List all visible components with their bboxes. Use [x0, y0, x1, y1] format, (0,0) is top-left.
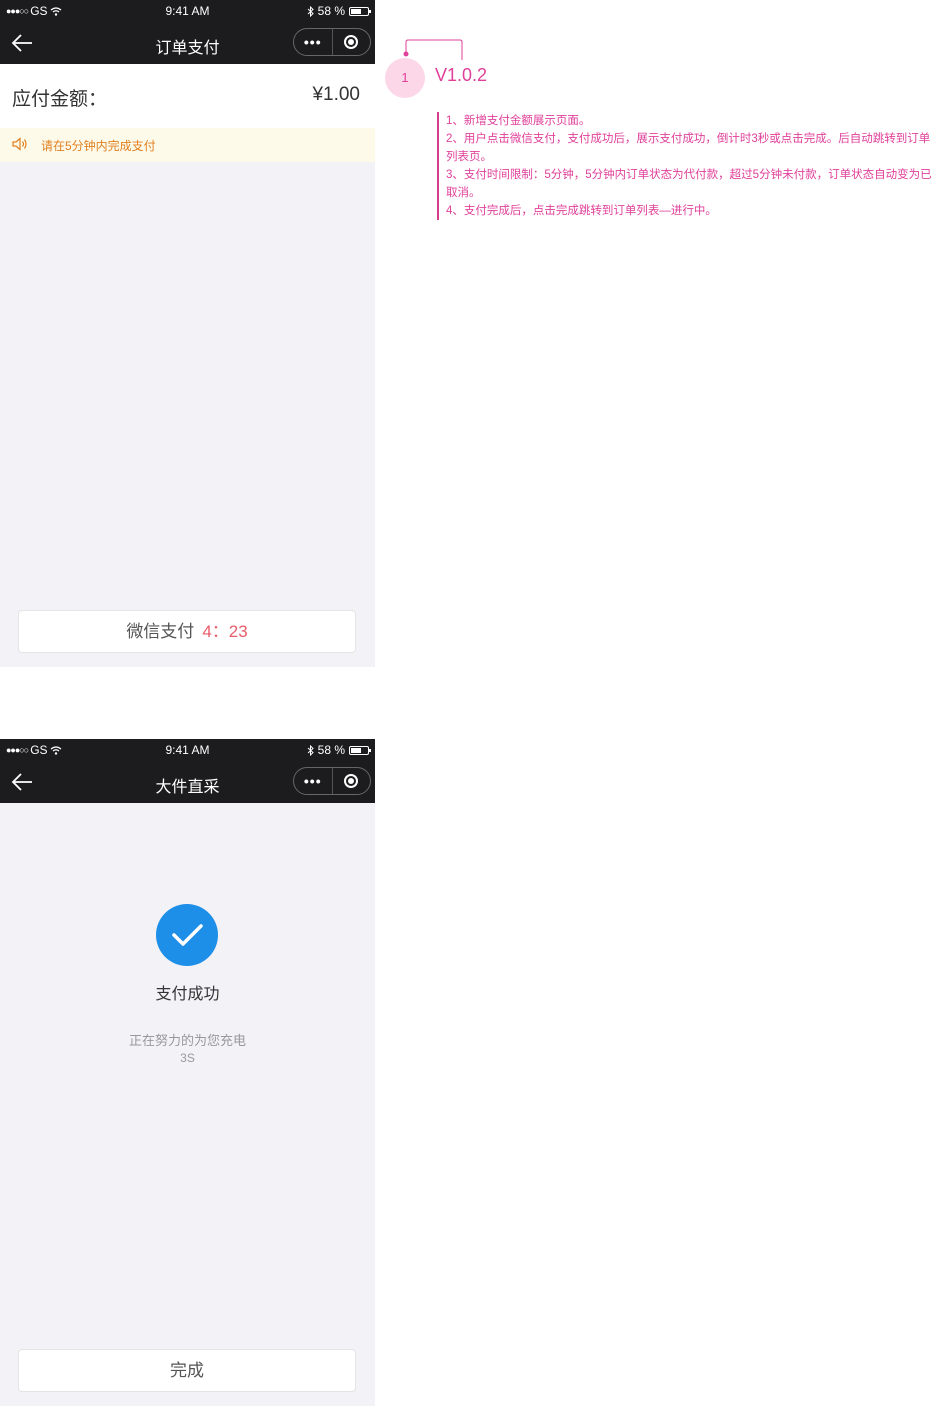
- wechat-pay-label: 微信支付: [126, 622, 195, 641]
- success-check-icon: [156, 904, 218, 966]
- mini-program-capsule: •••: [293, 767, 371, 795]
- bluetooth-icon: [307, 744, 314, 756]
- record-icon: [344, 774, 359, 788]
- amount-row: 应付金额： ¥1.00: [0, 64, 375, 128]
- amount-label: 应付金额：: [12, 89, 108, 110]
- more-dots-icon[interactable]: •••: [294, 29, 333, 55]
- close-target-button[interactable]: [333, 29, 371, 55]
- annotation-note: 2、用户点击微信支付，支付成功后，展示支付成功，倒计时3秒或点击完成。后自动跳转…: [446, 133, 931, 163]
- annotation-marker: 1: [385, 58, 425, 98]
- speaker-icon: [12, 137, 27, 151]
- amount-value: ¥1.00: [312, 84, 360, 105]
- more-dots-icon[interactable]: •••: [294, 768, 333, 794]
- wechat-pay-button[interactable]: 微信支付 4：23: [18, 610, 356, 653]
- mini-program-capsule: •••: [293, 28, 371, 56]
- redirect-seconds: 3S: [180, 1051, 195, 1065]
- done-button[interactable]: 完成: [18, 1349, 356, 1392]
- annotation-note: 3、支付时间限制：5分钟，5分钟内订单状态为代付款，超过5分钟未付款，订单状态自…: [446, 169, 932, 199]
- annotation-note: 4、支付完成后，点击完成跳转到订单列表—进行中。: [446, 205, 717, 217]
- payment-notice: 请在5分钟内完成支付: [0, 128, 375, 162]
- payment-success-screen: ●●●○○ GS 9:41 AM 58 % 大件直采 ••• 支付成功 正在努力…: [0, 739, 375, 1406]
- annotation-note: 1、新增支付金额展示页面。: [446, 115, 591, 127]
- bluetooth-icon: [307, 5, 314, 17]
- status-bar: ●●●○○ GS 9:41 AM 58 %: [0, 739, 375, 762]
- nav-bar: 大件直采 •••: [0, 762, 375, 803]
- status-bar: ●●●○○ GS 9:41 AM 58 %: [0, 0, 375, 23]
- battery-percent: 58 %: [317, 743, 345, 757]
- nav-bar: 订单支付 •••: [0, 23, 375, 64]
- annotation-notes: 1、新增支付金额展示页面。 2、用户点击微信支付，支付成功后，展示支付成功，倒计…: [437, 112, 937, 220]
- charging-text: 正在努力的为您充电: [128, 1033, 246, 1048]
- success-title: 支付成功: [155, 986, 220, 1003]
- battery-icon: [349, 745, 371, 755]
- close-target-button[interactable]: [333, 768, 371, 794]
- notice-text: 请在5分钟内完成支付: [41, 139, 156, 153]
- order-payment-screen: ●●●○○ GS 9:41 AM 58 % 订单支付 ••• 应付金额： ¥1.…: [0, 0, 375, 667]
- record-icon: [344, 35, 359, 49]
- battery-icon: [349, 6, 371, 16]
- annotation-version: V1.0.2: [435, 65, 488, 85]
- countdown-timer: 4：23: [202, 622, 248, 641]
- battery-percent: 58 %: [317, 4, 345, 18]
- annotation-connector: [403, 39, 463, 60]
